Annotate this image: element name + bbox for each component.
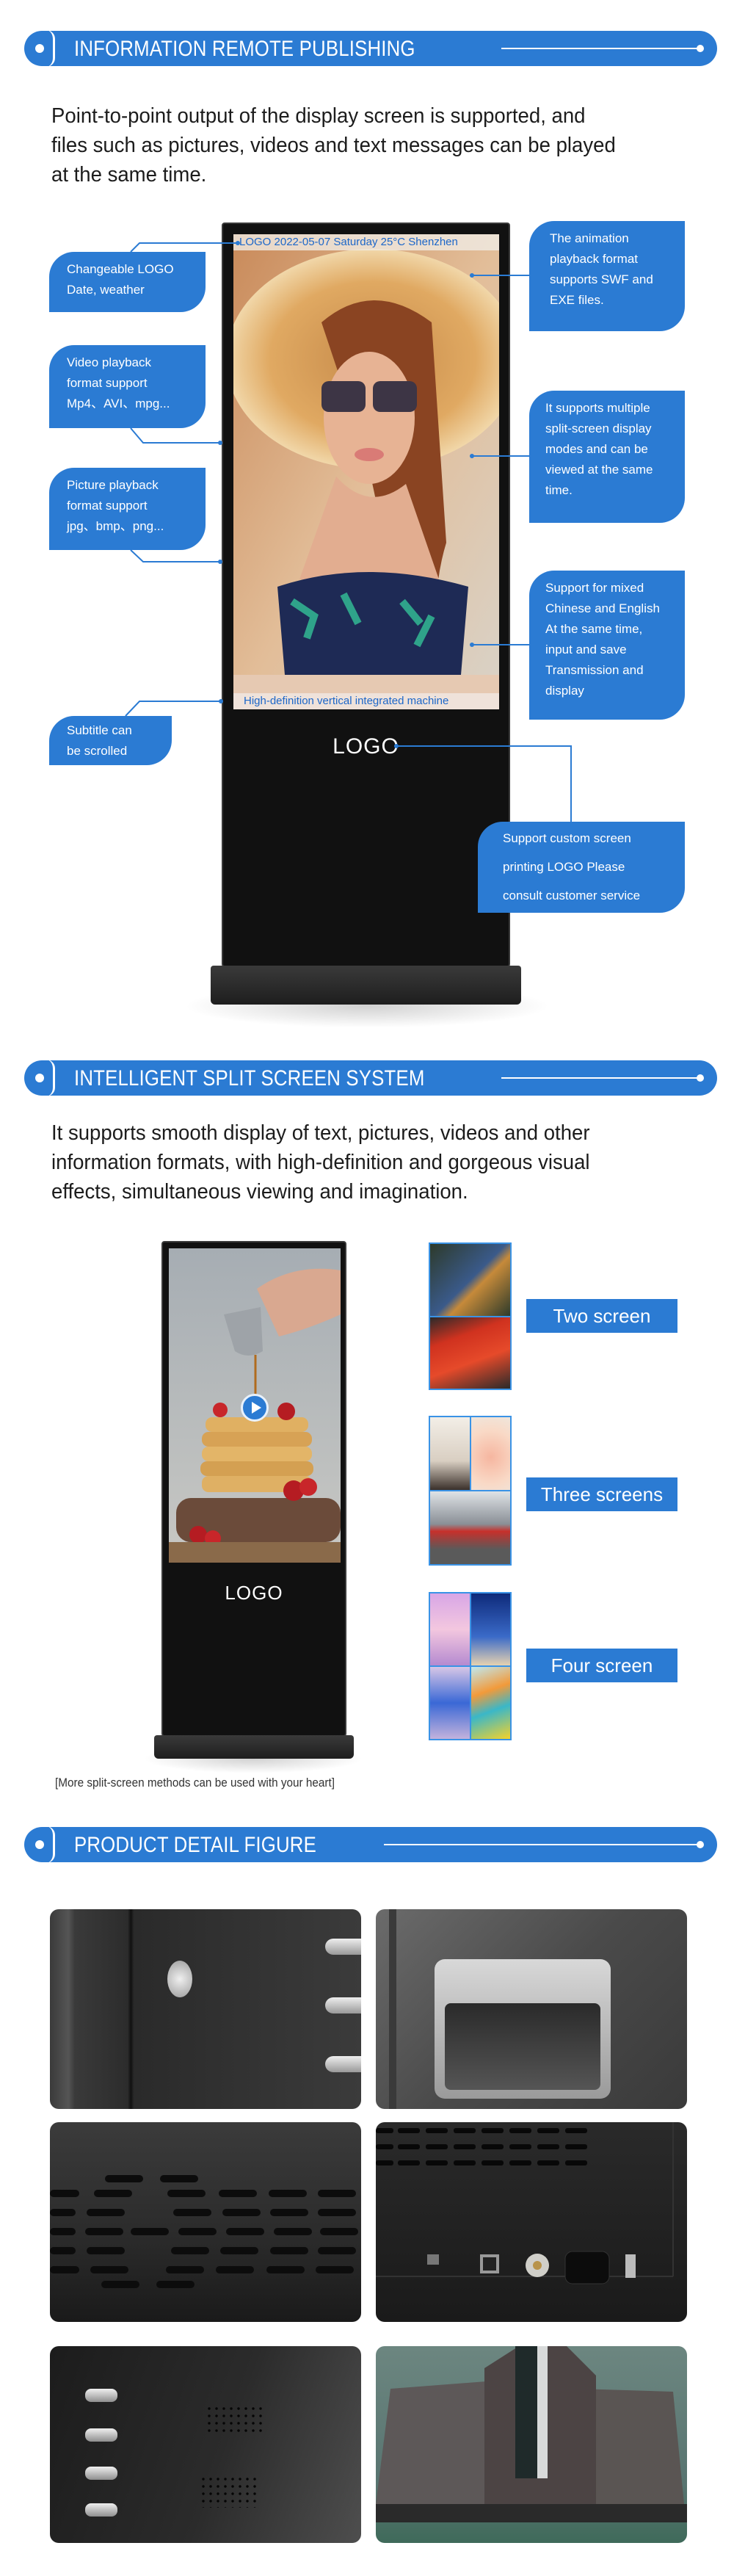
intro-line: information formats, with high-definitio… [51,1151,590,1174]
header-line [384,1844,701,1845]
section-title: INTELLIGENT SPLIT SCREEN SYSTEM [74,1066,425,1090]
pane [430,1244,510,1316]
pane [430,1417,470,1490]
header-ring-icon [46,1060,55,1096]
pane [430,1317,510,1389]
vent-slot [325,1939,361,1955]
header-dot-icon [35,1840,44,1849]
kiosk-logo: LOGO [225,1582,283,1604]
label-three-screens: Three screens [526,1477,677,1511]
section-header-split-screen: INTELLIGENT SPLIT SCREEN SYSTEM [24,1060,717,1096]
kiosk-screen-food [169,1248,341,1563]
header-line [501,1077,701,1079]
speaker-holes [200,2475,258,2508]
connector-picture [130,549,220,562]
handle-recess [445,2003,600,2090]
pane [430,1667,470,1739]
detail-image-base-stand [376,2346,687,2543]
section-header-product-detail: PRODUCT DETAIL FIGURE [24,1826,717,1863]
vent-slot [85,2503,117,2517]
detail-image-speaker-grille [50,2122,361,2322]
intro-text-split-screen: It supports smooth display of text, pict… [51,1118,665,1206]
pane [470,1667,510,1739]
vent-slot [85,2389,117,2402]
kiosk-base [211,966,521,1005]
vent-slot [325,2056,361,2072]
vent-slot [325,1997,361,2014]
speaker-holes [206,2405,264,2434]
pane [470,1593,510,1665]
label-four-screen: Four screen [526,1649,677,1682]
split-screen-caption: [More split-screen methods can be used w… [55,1776,335,1790]
connector-subtitle [125,701,220,717]
label-two-screen: Two screen [526,1299,677,1333]
thumbnail-three-screens [429,1416,512,1566]
detail-image-recessed-handle [376,1909,687,2109]
play-icon[interactable] [241,1394,269,1422]
lock-icon [167,1961,192,1997]
callout-connectors [125,241,572,822]
thumbnail-two-screen [429,1242,512,1390]
intro-line: It supports smooth display of text, pict… [51,1121,590,1145]
pane [430,1593,470,1665]
pane [470,1417,510,1490]
connector-logo [130,242,236,253]
stand-base [376,2346,687,2522]
header-line-dot-icon [697,1074,704,1082]
edge-strip [389,1909,396,2109]
header-ring-icon [46,1826,55,1863]
detail-image-side-vents-speaker [50,2346,361,2543]
vent-slot [85,2428,117,2442]
thumbnail-four-screen [429,1592,512,1740]
pane [430,1491,510,1564]
connector-custom-logo [396,745,572,822]
connector-video [130,427,220,444]
detail-image-io-ports-panel [376,2122,687,2322]
handle-frame [435,1959,611,2099]
intro-line: effects, simultaneous viewing and imagin… [51,1180,468,1204]
header-dot-icon [35,1074,44,1082]
kiosk-base [154,1735,354,1759]
kiosk-display-2: LOGO [161,1241,346,1737]
io-ports [376,2122,674,2284]
detail-image-lock-and-vents [50,1909,361,2109]
section-title: PRODUCT DETAIL FIGURE [74,1833,316,1857]
grille-slots [50,2175,358,2288]
vent-slot [85,2467,117,2480]
header-line-dot-icon [697,1841,704,1848]
